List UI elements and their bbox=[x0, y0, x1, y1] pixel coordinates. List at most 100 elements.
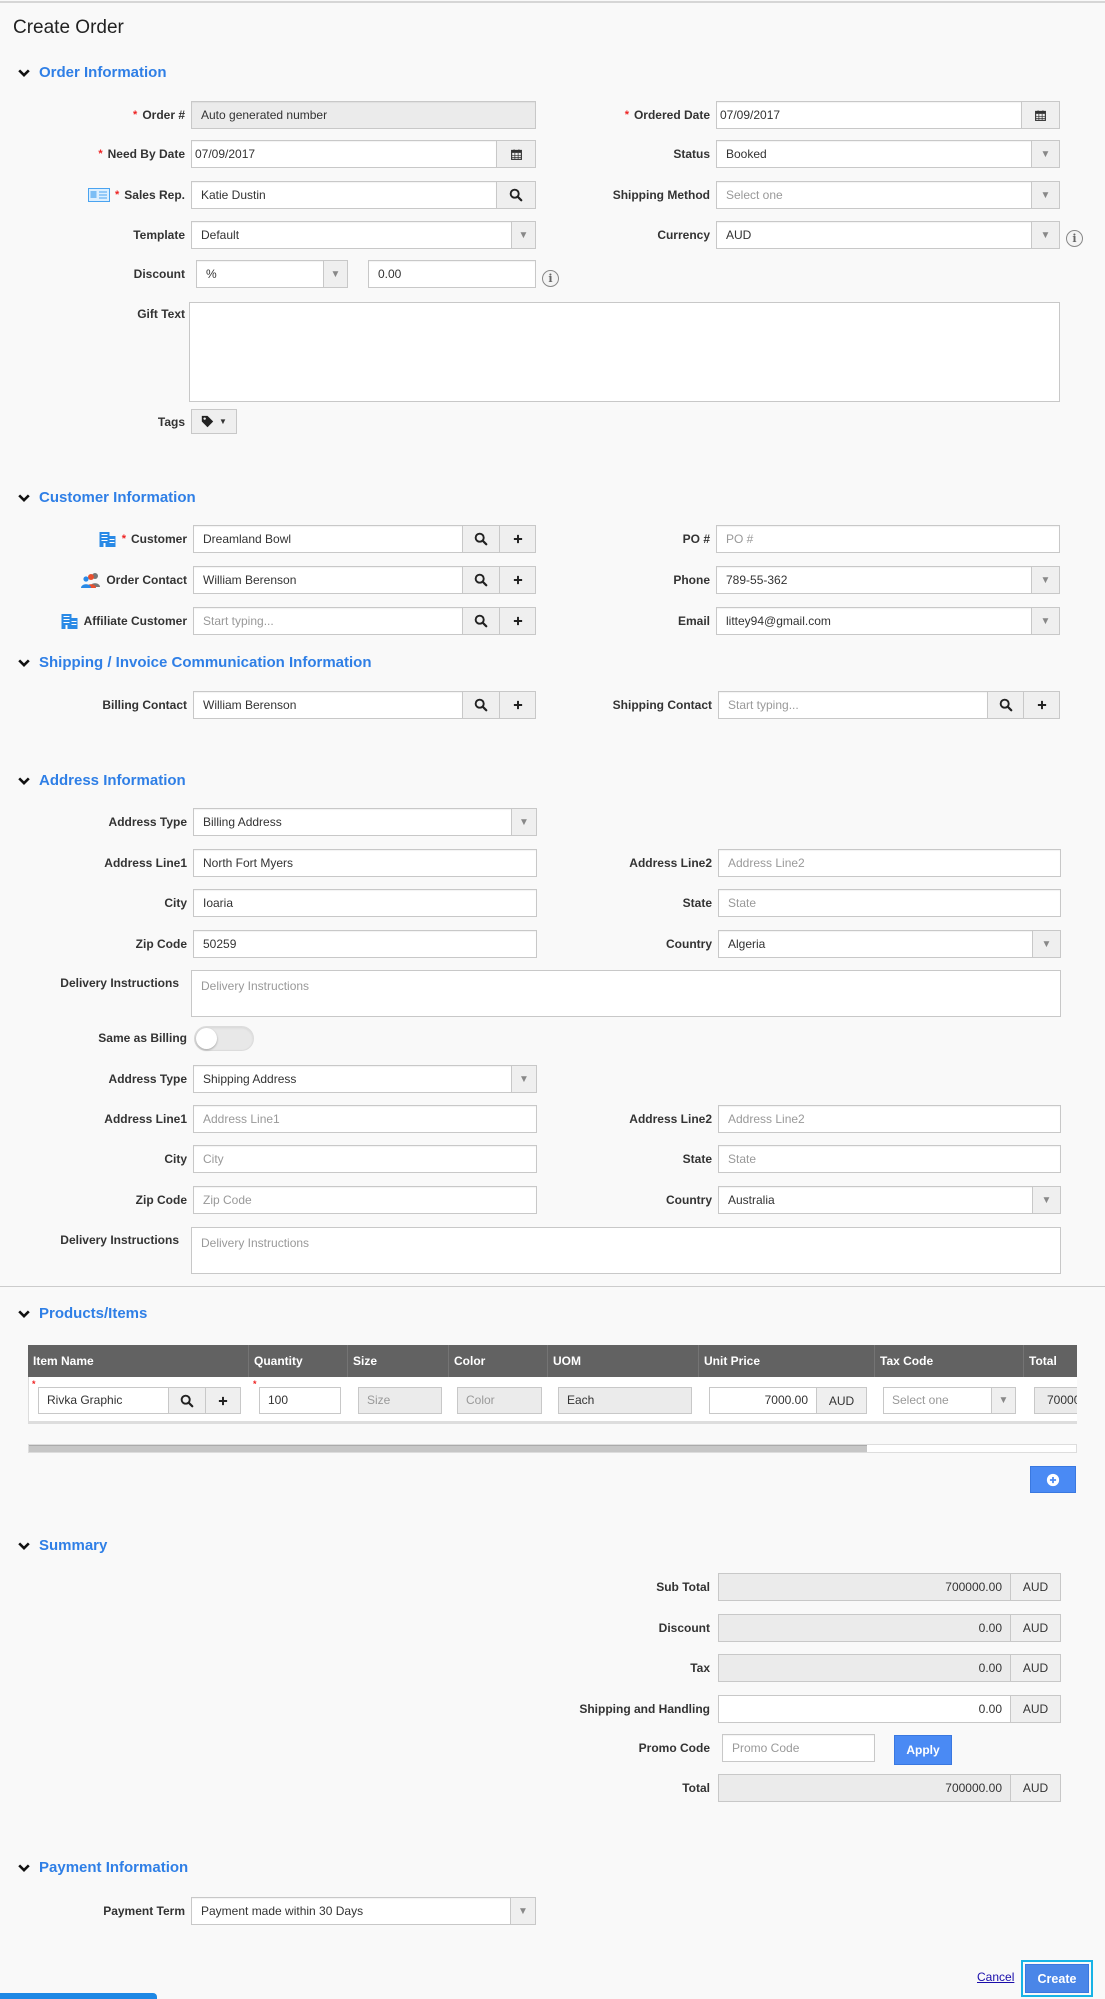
shipping-address-line1-input[interactable]: Address Line1 bbox=[193, 1105, 537, 1133]
discount-info-icon[interactable]: i bbox=[542, 270, 559, 287]
phone-dropdown-toggle[interactable]: ▼ bbox=[1031, 566, 1060, 594]
template-dropdown-toggle[interactable]: ▼ bbox=[511, 221, 536, 249]
search-icon bbox=[999, 698, 1013, 712]
shipping-state-input[interactable]: State bbox=[718, 1145, 1061, 1173]
plus-circle-icon bbox=[1046, 1473, 1060, 1486]
size-input[interactable]: Size bbox=[358, 1387, 442, 1414]
currency-dropdown-toggle[interactable]: ▼ bbox=[1031, 221, 1060, 249]
shipping-method-dropdown-toggle[interactable]: ▼ bbox=[1031, 181, 1060, 209]
top-border bbox=[0, 1, 1105, 3]
shipping-country-select[interactable]: Australia bbox=[718, 1186, 1061, 1214]
section-order-information[interactable]: Order Information bbox=[17, 64, 167, 81]
tax-code-toggle[interactable]: ▼ bbox=[991, 1387, 1016, 1414]
billing-contact-search-button[interactable] bbox=[462, 691, 500, 719]
chevron-down-icon bbox=[17, 1539, 31, 1553]
plus-icon bbox=[217, 1395, 229, 1407]
sales-rep-search-button[interactable] bbox=[496, 181, 536, 209]
billing-delivery-textarea[interactable]: Delivery Instructions bbox=[191, 970, 1061, 1017]
email-select[interactable]: littey94@gmail.com bbox=[716, 607, 1060, 635]
order-contact-input[interactable]: William Berenson bbox=[193, 566, 463, 594]
customer-search-button[interactable] bbox=[462, 525, 500, 553]
section-payment-information[interactable]: Payment Information bbox=[17, 1859, 188, 1876]
scrollbar-thumb[interactable] bbox=[29, 1445, 867, 1452]
status-dropdown-toggle[interactable]: ▼ bbox=[1031, 140, 1060, 168]
shipping-contact-input[interactable]: Start typing... bbox=[718, 691, 988, 719]
affiliate-customer-search-button[interactable] bbox=[462, 607, 500, 635]
billing-contact-add-button[interactable] bbox=[499, 691, 536, 719]
discount-type-dropdown-toggle[interactable]: ▼ bbox=[323, 260, 348, 288]
section-shipping-invoice[interactable]: Shipping / Invoice Communication Informa… bbox=[17, 654, 372, 671]
billing-state-input[interactable]: State bbox=[718, 889, 1061, 917]
billing-country-select[interactable]: Algeria bbox=[718, 930, 1061, 958]
quantity-input[interactable]: 100 bbox=[259, 1387, 341, 1414]
shipping-country-toggle[interactable]: ▼ bbox=[1032, 1186, 1061, 1214]
affiliate-customer-input[interactable]: Start typing... bbox=[193, 607, 463, 635]
item-search-button[interactable] bbox=[168, 1387, 206, 1414]
create-button[interactable]: Create bbox=[1025, 1964, 1089, 1993]
uom-field[interactable]: Each bbox=[558, 1387, 692, 1414]
section-products[interactable]: Products/Items bbox=[17, 1305, 147, 1322]
customer-add-button[interactable] bbox=[499, 525, 536, 553]
color-input[interactable]: Color bbox=[457, 1387, 542, 1414]
gift-text-textarea[interactable] bbox=[189, 302, 1060, 402]
products-table: Item Name Quantity Size Color UOM Unit P… bbox=[28, 1345, 1077, 1424]
shipping-address-type-toggle[interactable]: ▼ bbox=[511, 1065, 537, 1093]
billing-address-line2-input[interactable]: Address Line2 bbox=[718, 849, 1061, 877]
shipping-zip-input[interactable]: Zip Code bbox=[193, 1186, 537, 1214]
shipping-city-input[interactable]: City bbox=[193, 1145, 537, 1173]
promo-code-input[interactable]: Promo Code bbox=[722, 1734, 875, 1762]
table-horizontal-scrollbar[interactable] bbox=[28, 1444, 1077, 1453]
cancel-link[interactable]: Cancel bbox=[977, 1970, 1014, 1984]
apply-promo-button[interactable]: Apply bbox=[894, 1735, 952, 1765]
template-select[interactable]: Default bbox=[191, 221, 536, 249]
shipping-delivery-textarea[interactable]: Delivery Instructions bbox=[191, 1227, 1061, 1274]
order-number-field[interactable]: Auto generated number bbox=[191, 101, 536, 129]
customer-input[interactable]: Dreamland Bowl bbox=[193, 525, 463, 553]
section-customer-information[interactable]: Customer Information bbox=[17, 489, 196, 506]
tags-dropdown-button[interactable]: ▼ bbox=[191, 409, 237, 434]
shipping-address-type-select[interactable]: Shipping Address bbox=[193, 1065, 537, 1093]
payment-term-select[interactable]: Payment made within 30 Days bbox=[191, 1897, 536, 1925]
phone-select[interactable]: 789-55-362 bbox=[716, 566, 1060, 594]
billing-address-type-select[interactable]: Billing Address bbox=[193, 808, 537, 836]
discount-summary-label: Discount bbox=[658, 1621, 710, 1635]
item-add-button[interactable] bbox=[205, 1387, 241, 1414]
order-contact-search-button[interactable] bbox=[462, 566, 500, 594]
discount-value-input[interactable]: 0.00 bbox=[368, 260, 536, 288]
section-address-information[interactable]: Address Information bbox=[17, 772, 186, 789]
shipping-handling-label: Shipping and Handling bbox=[579, 1702, 710, 1716]
billing-address-line1-input[interactable]: North Fort Myers bbox=[193, 849, 537, 877]
status-select[interactable]: Booked bbox=[716, 140, 1060, 168]
ordered-date-calendar-button[interactable] bbox=[1021, 101, 1060, 129]
billing-address-type-toggle[interactable]: ▼ bbox=[511, 808, 537, 836]
currency-select[interactable]: AUD bbox=[716, 221, 1060, 249]
affiliate-customer-add-button[interactable] bbox=[499, 607, 536, 635]
need-by-date-calendar-button[interactable] bbox=[496, 140, 536, 168]
order-contact-add-button[interactable] bbox=[499, 566, 536, 594]
status-label: Status bbox=[673, 147, 710, 161]
item-name-input[interactable]: Rivka Graphic bbox=[38, 1387, 169, 1414]
payment-term-toggle[interactable]: ▼ bbox=[510, 1897, 536, 1925]
shipping-contact-search-button[interactable] bbox=[987, 691, 1024, 719]
shipping-contact-label: Shipping Contact bbox=[612, 698, 712, 712]
need-by-date-input[interactable]: 07/09/2017 bbox=[191, 140, 497, 168]
shipping-method-select[interactable]: Select one bbox=[716, 181, 1060, 209]
email-dropdown-toggle[interactable]: ▼ bbox=[1031, 607, 1060, 635]
billing-country-toggle[interactable]: ▼ bbox=[1032, 930, 1061, 958]
sales-rep-input[interactable]: Katie Dustin bbox=[191, 181, 497, 209]
billing-city-input[interactable]: Ioaria bbox=[193, 889, 537, 917]
billing-zip-input[interactable]: 50259 bbox=[193, 930, 537, 958]
shipping-handling-input[interactable]: 0.00 bbox=[718, 1695, 1011, 1723]
unit-price-input[interactable]: 7000.00 bbox=[709, 1387, 817, 1414]
billing-contact-input[interactable]: William Berenson bbox=[193, 691, 463, 719]
shipping-contact-add-button[interactable] bbox=[1023, 691, 1060, 719]
shipping-address-line2-input[interactable]: Address Line2 bbox=[718, 1105, 1061, 1133]
same-as-billing-toggle[interactable] bbox=[194, 1026, 254, 1051]
section-summary[interactable]: Summary bbox=[17, 1537, 107, 1554]
currency-info-icon[interactable]: i bbox=[1066, 230, 1083, 247]
section-title: Shipping / Invoice Communication Informa… bbox=[39, 654, 372, 671]
add-item-button[interactable] bbox=[1030, 1466, 1076, 1493]
po-input[interactable]: PO # bbox=[716, 525, 1060, 553]
ordered-date-input[interactable]: 07/09/2017 bbox=[716, 101, 1022, 129]
shipping-method-label: Shipping Method bbox=[612, 188, 710, 202]
